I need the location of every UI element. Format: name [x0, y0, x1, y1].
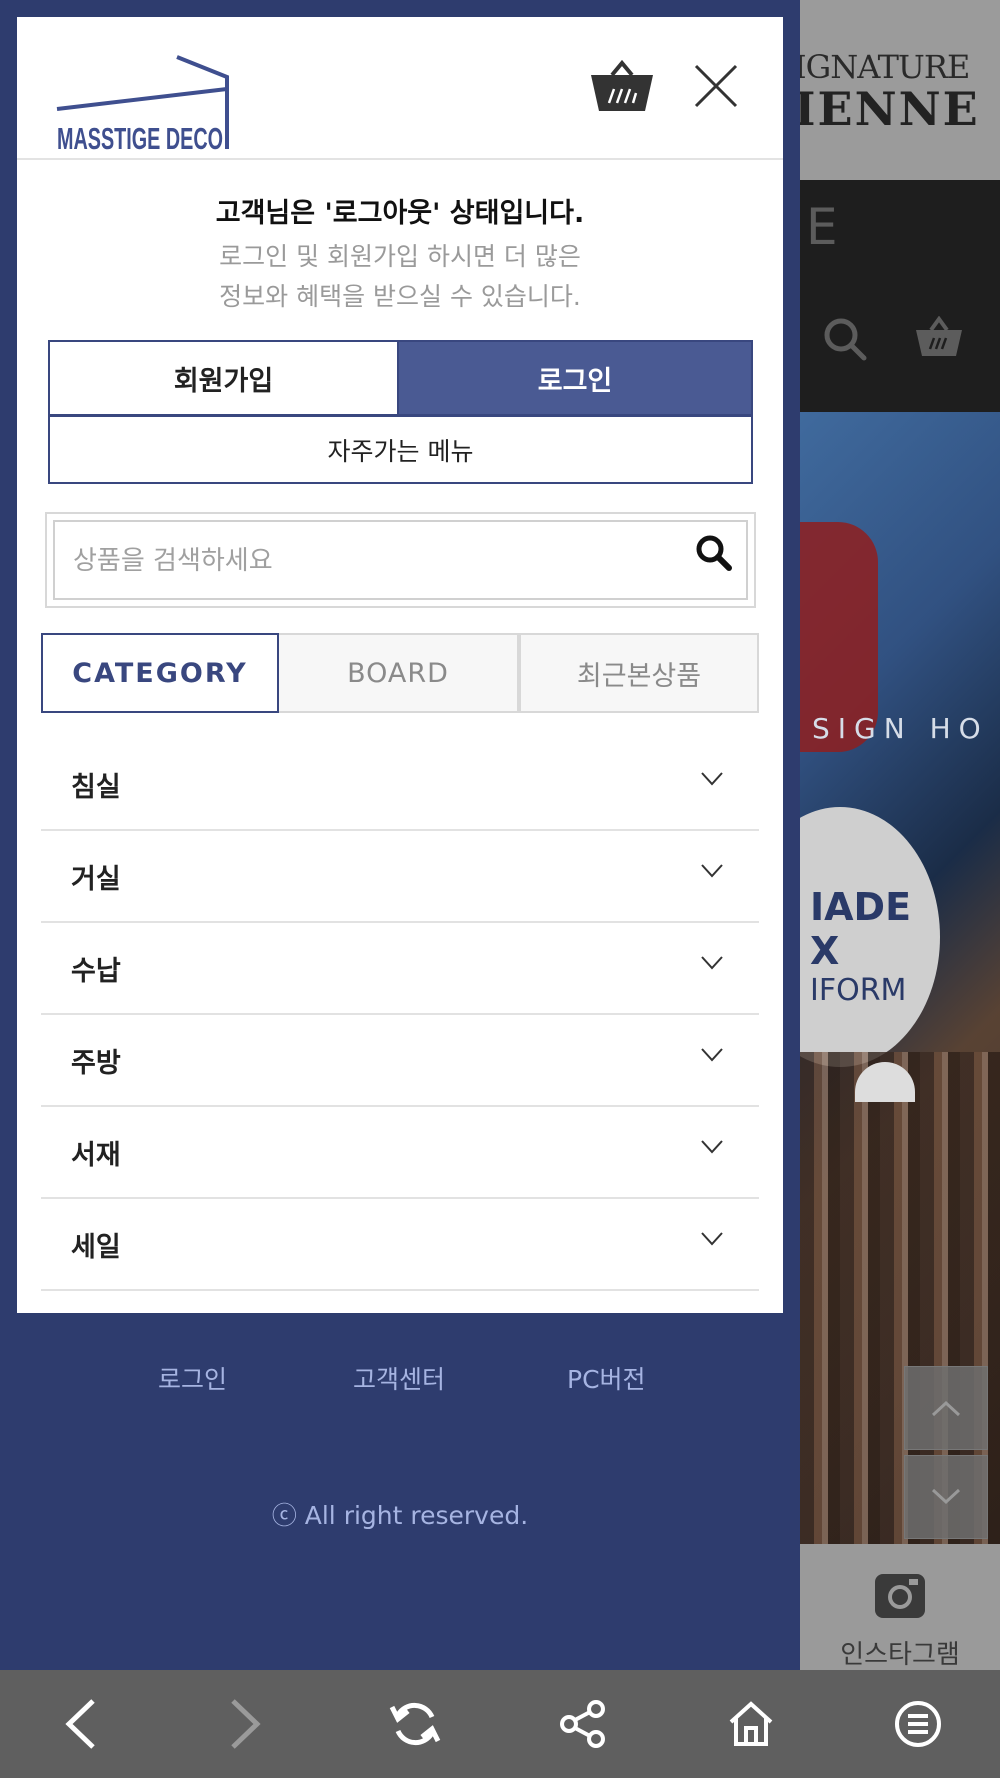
login-button[interactable]: 로그인	[399, 342, 751, 414]
category-label: 거실	[71, 863, 121, 895]
background-header: IGNATURE IENNE	[800, 0, 1000, 180]
category-label: 세일	[71, 1231, 121, 1263]
forward-arrow-icon	[231, 1699, 261, 1749]
tab-board[interactable]: BOARD	[279, 633, 519, 713]
brand-logo-text: MASSTIGE DECO	[57, 121, 223, 156]
category-label: 주방	[71, 1047, 121, 1079]
category-label: 수납	[71, 955, 121, 987]
category-item[interactable]: 서재	[41, 1107, 759, 1199]
background-circle-sign: IADE X IFORM	[800, 807, 940, 1067]
back-arrow-icon	[65, 1699, 95, 1749]
menu-icon	[895, 1701, 941, 1747]
scroll-up-button[interactable]	[904, 1366, 988, 1450]
brand-logo[interactable]: MASSTIGE DECO	[53, 45, 253, 161]
category-item[interactable]: 세일	[41, 1199, 759, 1291]
chevron-down-icon[interactable]	[701, 864, 723, 878]
basket-icon[interactable]	[589, 59, 655, 119]
chevron-down-icon[interactable]	[701, 956, 723, 970]
category-label: 서재	[71, 1139, 121, 1171]
home-button[interactable]	[721, 1694, 781, 1754]
background-page: IGNATURE IENNE E SIGN HO IADE X IFORM 인스…	[800, 0, 1000, 1670]
copyright-text: ⓒ All right reserved.	[271, 1501, 529, 1530]
search-box	[45, 512, 756, 608]
background-nav-text: E	[806, 198, 838, 256]
category-item[interactable]: 침실	[41, 739, 759, 831]
instagram-icon[interactable]	[873, 1570, 927, 1624]
refresh-button[interactable]	[385, 1694, 445, 1754]
category-item[interactable]: 수납	[41, 923, 759, 1015]
background-sign-text: SIGN HO	[812, 712, 989, 745]
background-logo-line2: IENNE	[800, 82, 980, 136]
footer-links: 로그인 고객센터 PC버전	[0, 1360, 800, 1400]
search-icon	[696, 535, 732, 571]
footer-link-login[interactable]: 로그인	[158, 1360, 227, 1396]
forward-button[interactable]	[216, 1694, 276, 1754]
refresh-icon	[389, 1702, 441, 1746]
background-nav: E	[800, 180, 1000, 412]
tab-recent-products[interactable]: 최근본상품	[519, 633, 759, 713]
chevron-down-icon[interactable]	[701, 772, 723, 786]
drawer-panel: MASSTIGE DECO 고객님은 '로그아웃' 상태입니다. 로그인 및 회…	[17, 17, 783, 1313]
share-icon	[560, 1700, 605, 1748]
back-button[interactable]	[50, 1694, 110, 1754]
chevron-down-icon[interactable]	[701, 1048, 723, 1062]
basket-icon[interactable]	[914, 315, 964, 364]
drawer-header: MASSTIGE DECO	[17, 17, 783, 160]
footer-link-pc-version[interactable]: PC버전	[567, 1360, 646, 1396]
login-status-title: 고객님은 '로그아웃' 상태입니다.	[215, 198, 585, 229]
chevron-down-icon	[931, 1488, 961, 1505]
category-label: 침실	[71, 771, 121, 803]
drawer-tabs: CATEGORY BOARD 최근본상품	[41, 633, 759, 713]
scroll-down-button[interactable]	[904, 1455, 988, 1539]
category-item[interactable]: 주방	[41, 1015, 759, 1107]
auth-box: 회원가입 로그인 자주가는 메뉴	[48, 340, 753, 484]
instagram-label[interactable]: 인스타그램	[800, 1634, 1000, 1670]
chevron-down-icon[interactable]	[701, 1140, 723, 1154]
signup-button[interactable]: 회원가입	[50, 342, 399, 414]
share-button[interactable]	[553, 1694, 613, 1754]
close-icon[interactable]	[693, 63, 739, 113]
chevron-up-icon	[931, 1400, 961, 1417]
search-button[interactable]	[695, 534, 733, 576]
background-logo-line1: IGNATURE	[800, 48, 970, 86]
favorite-menu-button[interactable]: 자주가는 메뉴	[50, 414, 751, 482]
footer-link-customer-center[interactable]: 고객센터	[353, 1360, 445, 1396]
tab-category[interactable]: CATEGORY	[41, 633, 279, 713]
background-footer: 인스타그램	[800, 1544, 1000, 1670]
login-status-description: 로그인 및 회원가입 하시면 더 많은 정보와 혜택을 받으실 수 있습니다.	[219, 242, 581, 311]
category-list: 침실 거실 수납 주방 서재 세일	[41, 739, 759, 1291]
category-item[interactable]: 거실	[41, 831, 759, 923]
search-icon[interactable]	[822, 316, 868, 366]
search-input[interactable]	[73, 538, 663, 584]
side-drawer: MASSTIGE DECO 고객님은 '로그아웃' 상태입니다. 로그인 및 회…	[0, 0, 800, 1670]
chevron-down-icon[interactable]	[701, 1232, 723, 1246]
menu-button[interactable]	[888, 1694, 948, 1754]
browser-toolbar	[0, 1670, 1000, 1778]
home-icon	[729, 1701, 773, 1746]
